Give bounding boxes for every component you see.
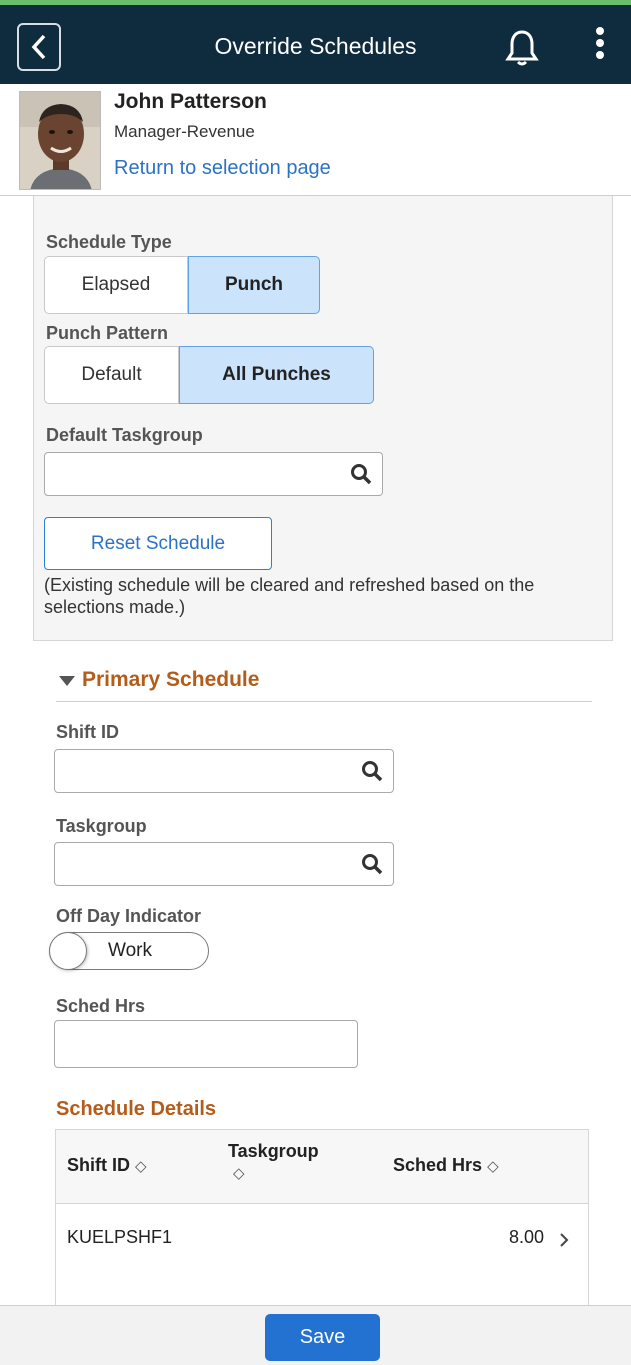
reset-note: (Existing schedule will be cleared and r… (44, 575, 535, 617)
chevron-right-icon (560, 1233, 569, 1247)
toggle-state-label: Work (108, 940, 152, 961)
schedule-type-elapsed[interactable]: Elapsed (44, 256, 188, 314)
employee-name: John Patterson (114, 90, 267, 113)
search-icon[interactable] (350, 463, 372, 490)
sort-icon: ◇ (233, 1165, 245, 1182)
cell-shift-id: KUELPSHF1 (67, 1227, 173, 1247)
punch-pattern-segmented: Default All Punches (44, 346, 374, 404)
reset-schedule-button[interactable]: Reset Schedule (44, 517, 272, 570)
notifications-button[interactable] (505, 29, 539, 72)
primary-schedule-header[interactable]: Primary Schedule (56, 666, 592, 702)
schedule-details-grid: Shift ID ◇ Taskgroup ◇ Sched Hrs ◇ KUELP… (55, 1129, 589, 1310)
punch-pattern-label: Punch Pattern (46, 323, 169, 343)
column-label: Sched Hrs (393, 1155, 483, 1175)
default-taskgroup-input[interactable] (44, 452, 383, 496)
column-label: Taskgroup (228, 1141, 319, 1161)
schedule-details-title: Schedule Details (56, 1098, 217, 1120)
schedule-type-punch[interactable]: Punch (188, 256, 320, 314)
employee-profile: John Patterson Manager-Revenue Return to… (0, 84, 631, 196)
app-header: Override Schedules (0, 0, 631, 84)
punch-pattern-all-punches[interactable]: All Punches (179, 346, 374, 404)
more-vertical-icon (596, 27, 604, 35)
sched-hrs-input[interactable] (54, 1020, 358, 1068)
schedule-type-segmented: Elapsed Punch (44, 256, 320, 314)
column-header-shift-id[interactable]: Shift ID ◇ (67, 1155, 147, 1176)
default-taskgroup-label: Default Taskgroup (46, 425, 203, 445)
cell-sched-hrs: 8.00 (508, 1227, 544, 1247)
toggle-knob (49, 932, 87, 970)
schedule-type-label: Schedule Type (46, 232, 172, 252)
search-icon[interactable] (361, 853, 383, 880)
bell-icon (505, 30, 539, 66)
save-button[interactable]: Save (265, 1314, 380, 1361)
avatar (19, 91, 101, 190)
taskgroup-label: Taskgroup (56, 816, 147, 836)
primary-schedule-title: Primary Schedule (82, 668, 260, 691)
shift-id-label: Shift ID (56, 722, 119, 742)
sched-hrs-label: Sched Hrs (56, 996, 146, 1016)
column-label: Shift ID (67, 1155, 130, 1175)
off-day-indicator-label: Off Day Indicator (56, 906, 202, 926)
sort-icon: ◇ (487, 1158, 499, 1175)
caret-down-icon (59, 676, 75, 686)
search-icon[interactable] (361, 760, 383, 787)
off-day-toggle[interactable]: Work (49, 932, 209, 970)
table-row[interactable]: KUELPSHF1 8.00 (56, 1205, 588, 1310)
employee-role: Manager-Revenue (114, 122, 255, 141)
grid-header: Shift ID ◇ Taskgroup ◇ Sched Hrs ◇ (56, 1130, 588, 1204)
punch-pattern-default[interactable]: Default (44, 346, 179, 404)
footer-bar: Save (0, 1305, 631, 1365)
column-header-taskgroup[interactable]: Taskgroup ◇ (228, 1141, 348, 1183)
more-actions-button[interactable] (590, 27, 610, 63)
column-header-sched-hrs[interactable]: Sched Hrs ◇ (393, 1155, 499, 1176)
sort-icon: ◇ (135, 1158, 147, 1175)
shift-id-input[interactable] (54, 749, 394, 793)
taskgroup-input[interactable] (54, 842, 394, 886)
return-to-selection-link[interactable]: Return to selection page (114, 157, 331, 180)
